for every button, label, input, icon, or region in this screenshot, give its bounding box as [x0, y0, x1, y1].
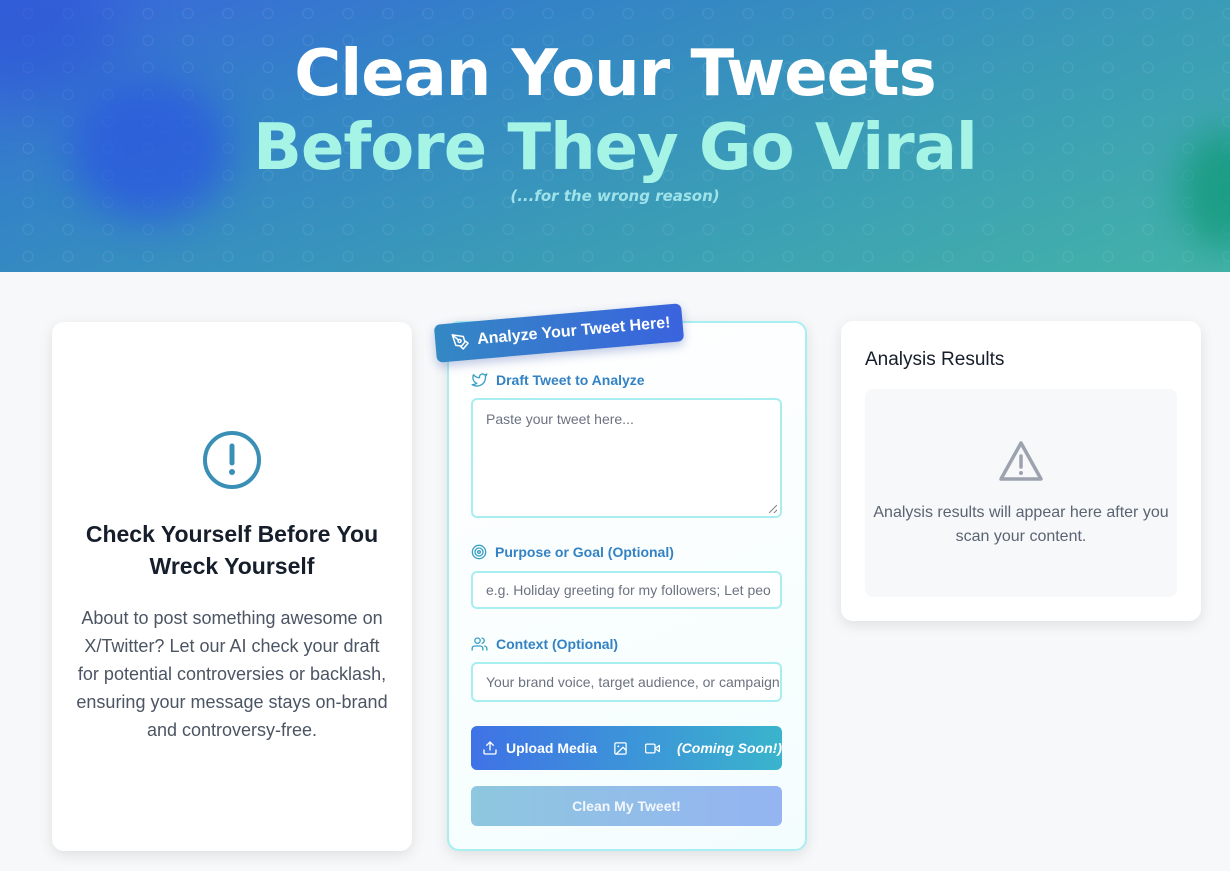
alert-circle-icon: [203, 431, 261, 489]
context-label: Context (Optional): [471, 636, 618, 652]
hero-banner: Clean Your Tweets Before They Go Viral (…: [0, 0, 1230, 272]
target-icon: [471, 544, 487, 560]
clean-my-tweet-button[interactable]: Clean My Tweet!: [471, 786, 782, 826]
users-icon: [471, 637, 488, 651]
image-icon: [614, 741, 627, 755]
results-empty-state: Analysis results will appear here after …: [865, 389, 1177, 597]
intro-card: Check Yourself Before You Wreck Yourself…: [52, 322, 412, 851]
analyze-badge-label: Analyze Your Tweet Here!: [476, 314, 672, 349]
purpose-label: Purpose or Goal (Optional): [471, 544, 674, 560]
draft-placeholder: Paste your tweet here...: [486, 411, 634, 427]
resize-grip[interactable]: [769, 505, 777, 513]
intro-heading: Check Yourself Before You Wreck Yourself: [85, 521, 379, 579]
draft-label: Draft Tweet to Analyze: [471, 372, 645, 388]
warning-triangle-icon: [999, 441, 1043, 481]
clean-my-tweet-label: Clean My Tweet!: [572, 798, 681, 814]
purpose-placeholder: e.g. Holiday greeting for my followers; …: [486, 582, 771, 598]
coming-soon-note: (Coming Soon!): [677, 740, 782, 756]
upload-icon: [483, 741, 497, 755]
twitter-bird-icon: [471, 373, 488, 387]
results-empty-message: Analysis results will appear here after …: [873, 504, 1169, 545]
hero-title-line2: Before They Go Viral: [253, 111, 978, 185]
draft-tweet-textarea[interactable]: Paste your tweet here...: [471, 398, 782, 518]
upload-media-label: Upload Media: [506, 740, 598, 756]
results-title: Analysis Results: [865, 349, 1005, 370]
intro-body: About to post something awesome on X/Twi…: [76, 608, 388, 740]
results-card: Analysis Results Analysis results will a…: [841, 321, 1201, 621]
pen-tool-icon: [451, 334, 469, 350]
upload-media-button[interactable]: Upload Media (Coming Soon!): [471, 726, 782, 770]
context-input[interactable]: Your brand voice, target audience, or ca…: [471, 662, 782, 702]
context-placeholder: Your brand voice, target audience, or ca…: [486, 674, 780, 690]
purpose-input[interactable]: e.g. Holiday greeting for my followers; …: [471, 571, 782, 609]
video-icon: [645, 743, 661, 753]
hero-tagline: (...for the wrong reason): [510, 187, 720, 205]
hero-title-line1: Clean Your Tweets: [294, 37, 936, 111]
